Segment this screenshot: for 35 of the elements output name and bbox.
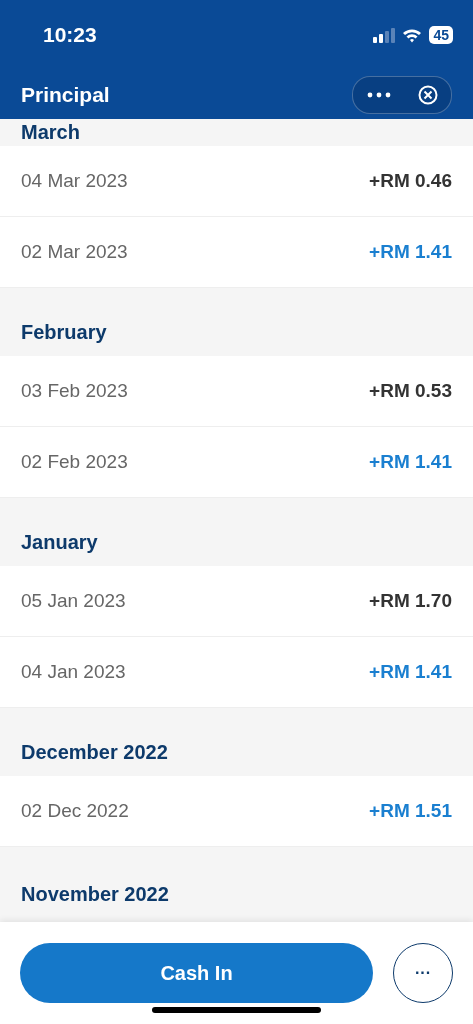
transaction-amount: +RM 1.41 [369,451,452,473]
transaction-amount: +RM 1.41 [369,241,452,263]
more-button[interactable]: ··· [393,943,453,1003]
transaction-date: 04 Mar 2023 [21,170,128,192]
month-heading: December 2022 [21,741,168,763]
month-heading: January [21,531,98,553]
transaction-date: 04 Jan 2023 [21,661,126,683]
month-heading: February [21,321,107,343]
transaction-row[interactable]: 04 Jan 2023 +RM 1.41 [0,637,473,708]
transaction-row[interactable]: 03 Feb 2023 +RM 0.53 [0,356,473,427]
transaction-row[interactable]: 02 Feb 2023 +RM 1.41 [0,427,473,498]
transaction-date: 02 Mar 2023 [21,241,128,263]
transaction-date: 03 Feb 2023 [21,380,128,402]
transaction-date: 02 Dec 2022 [21,800,129,822]
month-heading: November 2022 [21,883,169,905]
transaction-row[interactable]: 02 Dec 2022 +RM 1.51 [0,776,473,847]
cash-in-button[interactable]: Cash In [20,943,373,1003]
month-heading: March [21,121,80,143]
close-icon[interactable] [417,84,438,105]
transaction-amount: +RM 0.53 [369,380,452,402]
transaction-row[interactable]: 05 Jan 2023 +RM 1.70 [0,566,473,637]
transaction-row[interactable]: 02 Mar 2023 +RM 1.41 [0,217,473,288]
transaction-row[interactable]: 04 Mar 2023 +RM 0.46 [0,146,473,217]
transaction-date: 02 Feb 2023 [21,451,128,473]
transaction-amount: +RM 0.46 [369,170,452,192]
wifi-icon [402,27,423,43]
transaction-amount: +RM 1.51 [369,800,452,822]
battery-level: 45 [429,26,453,44]
transaction-amount: +RM 1.41 [369,661,452,683]
status-time: 10:23 [43,23,97,47]
signal-icon [373,27,396,43]
page-title: Principal [21,82,110,107]
transaction-amount: +RM 1.70 [369,590,452,612]
transaction-date: 05 Jan 2023 [21,590,126,612]
more-icon[interactable] [366,91,391,98]
